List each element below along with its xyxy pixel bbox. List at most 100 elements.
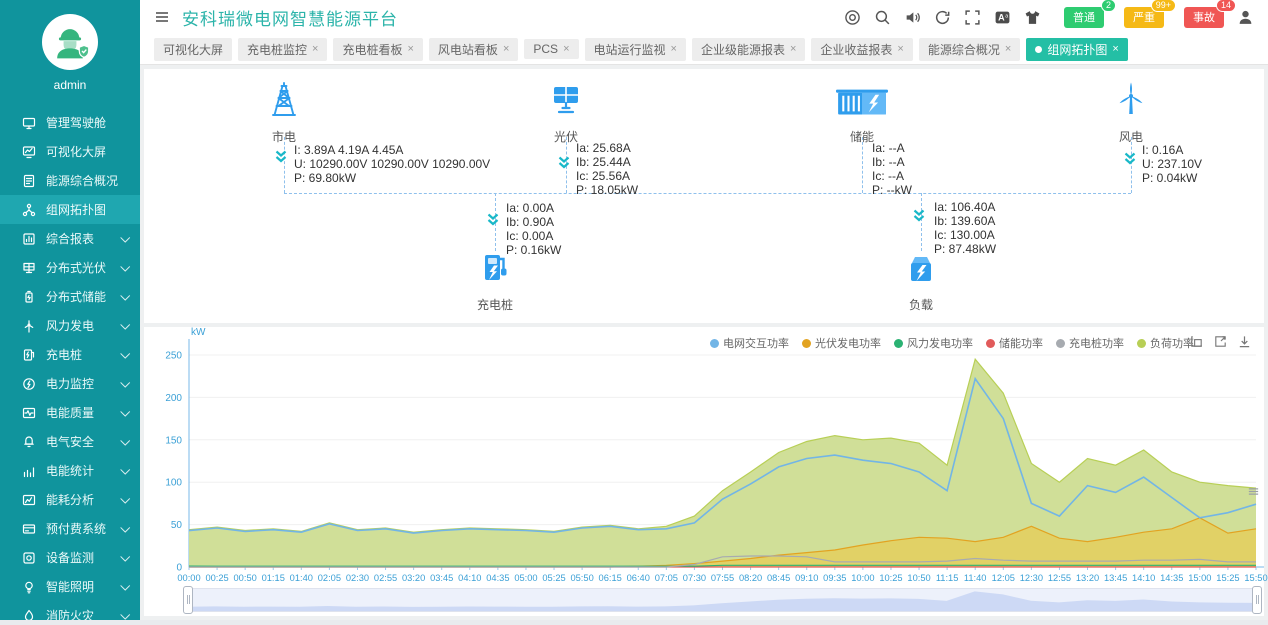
sidebar-item-power-quality[interactable]: 电能质量 bbox=[0, 398, 140, 427]
sidebar-item-fire[interactable]: 消防火灾 bbox=[0, 601, 140, 620]
chart-toolbox bbox=[1189, 334, 1252, 349]
y-tick-label: 150 bbox=[165, 435, 182, 446]
x-tick-label: 10:50 bbox=[907, 573, 930, 583]
chevron-down-icon bbox=[120, 552, 130, 562]
node-wind[interactable]: 风电 bbox=[1091, 79, 1171, 145]
datazoom-slider[interactable] bbox=[186, 588, 1259, 612]
sidebar-item-wind[interactable]: 风力发电 bbox=[0, 311, 140, 340]
avatar[interactable] bbox=[42, 14, 98, 70]
alarm-badge-accident[interactable]: 事故14 bbox=[1184, 7, 1224, 28]
x-tick-label: 04:10 bbox=[458, 573, 481, 583]
x-tick-label: 03:45 bbox=[430, 573, 453, 583]
search-icon[interactable] bbox=[874, 9, 891, 26]
node-load[interactable]: 负载 bbox=[881, 251, 961, 313]
energy-overview-icon bbox=[22, 174, 36, 188]
tab-close-icon[interactable]: × bbox=[1005, 43, 1011, 55]
fullscreen-icon[interactable] bbox=[964, 9, 981, 26]
sidebar-item-power-monitor[interactable]: 电力监控 bbox=[0, 369, 140, 398]
chevron-down-icon bbox=[120, 494, 130, 504]
node-storage[interactable]: 储能 bbox=[812, 83, 912, 145]
sound-icon[interactable] bbox=[904, 9, 921, 26]
y-tick-label: 100 bbox=[165, 478, 182, 489]
sidebar-item-energy-overview[interactable]: 能源综合概况 bbox=[0, 166, 140, 195]
tab-label: 可视化大屏 bbox=[163, 41, 223, 58]
chevron-down-icon bbox=[120, 581, 130, 591]
alarm-badge-normal[interactable]: 普通2 bbox=[1064, 7, 1104, 28]
tab-5[interactable]: PCS× bbox=[524, 39, 578, 59]
datazoom-handle-right[interactable] bbox=[1252, 586, 1262, 614]
data-zoom-icon[interactable] bbox=[1189, 334, 1204, 349]
theme-shirt-icon[interactable] bbox=[1024, 9, 1041, 26]
legend-label: 光伏发电功率 bbox=[815, 335, 881, 351]
tab-4[interactable]: 风电站看板× bbox=[429, 38, 518, 61]
tab-close-icon[interactable]: × bbox=[503, 43, 509, 55]
tab-10[interactable]: 组网拓扑图× bbox=[1026, 38, 1127, 61]
lighting-icon bbox=[22, 580, 36, 594]
sidebar-item-prepaid[interactable]: 预付费系统 bbox=[0, 514, 140, 543]
tab-7[interactable]: 企业级能源报表× bbox=[692, 38, 805, 61]
restore-icon[interactable] bbox=[1213, 334, 1228, 349]
datazoom-handle-left[interactable] bbox=[183, 586, 193, 614]
tab-3[interactable]: 充电桩看板× bbox=[333, 38, 422, 61]
sidebar-item-electrical-safety[interactable]: 电气安全 bbox=[0, 427, 140, 456]
sidebar-item-report[interactable]: 综合报表 bbox=[0, 224, 140, 253]
user-icon[interactable] bbox=[1237, 9, 1254, 26]
sidebar-item-topology[interactable]: 组网拓扑图 bbox=[0, 195, 140, 224]
chart-drag-handle-icon[interactable] bbox=[1247, 485, 1260, 503]
sidebar-item-dashboard[interactable]: 管理驾驶舱 bbox=[0, 108, 140, 137]
message-ring-icon[interactable] bbox=[844, 9, 861, 26]
series-area-load-power bbox=[189, 359, 1256, 567]
svg-text:A: A bbox=[998, 12, 1005, 22]
tab-close-icon[interactable]: × bbox=[407, 43, 413, 55]
legend-load-power[interactable]: 负荷功率 bbox=[1137, 335, 1194, 351]
legend-charger-power[interactable]: 充电桩功率 bbox=[1056, 335, 1124, 351]
sidebar-item-power-stats[interactable]: 电能统计 bbox=[0, 456, 140, 485]
sidebar-item-storage[interactable]: 分布式储能 bbox=[0, 282, 140, 311]
x-tick-label: 10:25 bbox=[879, 573, 902, 583]
tab-9[interactable]: 能源综合概况 × bbox=[919, 38, 1020, 61]
legend-wind-power[interactable]: 风力发电功率 bbox=[894, 335, 973, 351]
x-tick-label: 14:35 bbox=[1160, 573, 1183, 583]
x-tick-label: 06:40 bbox=[627, 573, 650, 583]
tab-close-icon[interactable]: × bbox=[312, 43, 318, 55]
alarm-badges: 普通2 严重99+ 事故14 bbox=[1060, 7, 1224, 28]
legend-pv-power[interactable]: 光伏发电功率 bbox=[802, 335, 881, 351]
hamburger-menu-icon[interactable] bbox=[154, 9, 170, 25]
tab-8[interactable]: 企业收益报表× bbox=[811, 38, 912, 61]
node-charger[interactable]: 充电桩 bbox=[455, 251, 535, 313]
x-tick-label: 07:30 bbox=[683, 573, 706, 583]
tab-close-icon[interactable]: × bbox=[897, 43, 903, 55]
alarm-badge-serious[interactable]: 严重99+ bbox=[1124, 7, 1164, 28]
save-image-icon[interactable] bbox=[1237, 334, 1252, 349]
tab-label: 能源综合概况 bbox=[928, 41, 1000, 58]
sidebar-item-device-monitor[interactable]: 设备监测 bbox=[0, 543, 140, 572]
x-tick-label: 15:00 bbox=[1188, 573, 1211, 583]
sidebar-item-label: 综合报表 bbox=[46, 230, 121, 247]
tab-close-icon[interactable]: × bbox=[790, 43, 796, 55]
tab-close-icon[interactable]: × bbox=[671, 43, 677, 55]
sidebar-item-big-screen[interactable]: 可视化大屏 bbox=[0, 137, 140, 166]
node-values: I: 0.16A U: 237.10V P: 0.04kW bbox=[1142, 143, 1202, 185]
sidebar-item-energy-analysis[interactable]: 能耗分析 bbox=[0, 485, 140, 514]
node-grid[interactable]: 市电 bbox=[244, 81, 324, 145]
legend-storage-power[interactable]: 储能功率 bbox=[986, 335, 1043, 351]
tab-close-icon[interactable]: × bbox=[1112, 43, 1118, 55]
x-tick-label: 02:30 bbox=[346, 573, 369, 583]
legend-dot bbox=[986, 339, 995, 348]
sidebar-item-solar[interactable]: 分布式光伏 bbox=[0, 253, 140, 282]
node-pv[interactable]: 光伏 bbox=[526, 81, 606, 145]
node-values: Ia: 25.68A Ib: 25.44A Ic: 25.56A P: 18.0… bbox=[576, 141, 638, 197]
tab-6[interactable]: 电站运行监视× bbox=[585, 38, 686, 61]
legend-grid-power[interactable]: 电网交互功率 bbox=[710, 335, 789, 351]
sidebar-item-charger[interactable]: 充电桩 bbox=[0, 340, 140, 369]
flow-down-icon bbox=[1123, 151, 1137, 166]
tab-close-icon[interactable]: × bbox=[563, 43, 569, 55]
sidebar-item-lighting[interactable]: 智能照明 bbox=[0, 572, 140, 601]
refresh-icon[interactable] bbox=[934, 9, 951, 26]
tab-1[interactable]: 可视化大屏 bbox=[154, 38, 232, 61]
legend-label: 充电桩功率 bbox=[1069, 335, 1124, 351]
electrical-safety-icon bbox=[22, 435, 36, 449]
tab-2[interactable]: 充电桩监控× bbox=[238, 38, 327, 61]
x-tick-label: 11:40 bbox=[964, 573, 987, 583]
font-size-icon[interactable]: Aa bbox=[994, 9, 1011, 26]
